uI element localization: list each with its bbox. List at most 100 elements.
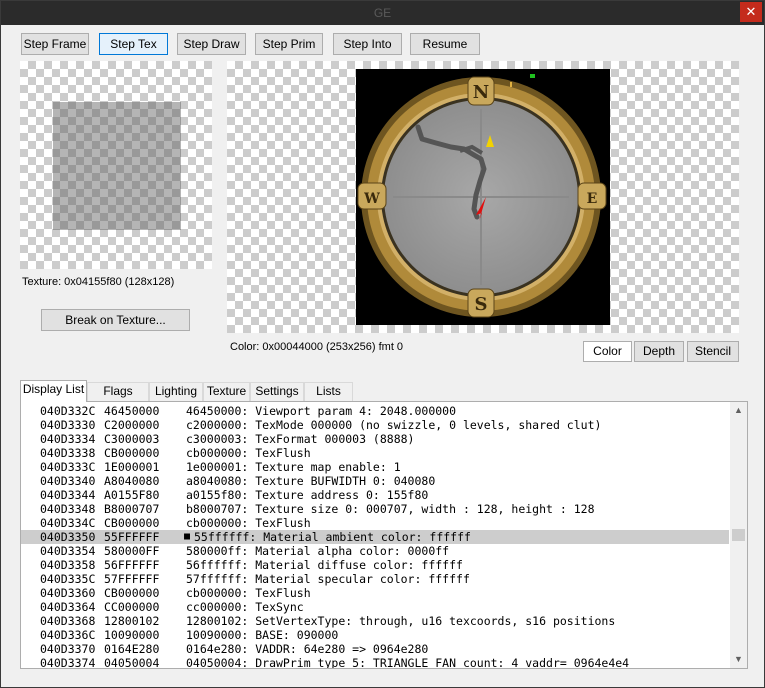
yellow-tick	[510, 82, 512, 87]
tab-texture[interactable]: Texture	[203, 382, 250, 401]
step-tex-button[interactable]: Step Tex	[99, 33, 168, 55]
tab-lighting[interactable]: Lighting	[149, 382, 203, 401]
row-address: 040D3344	[40, 488, 96, 502]
row-address: 040D3368	[40, 614, 96, 628]
step-into-button[interactable]: Step Into	[333, 33, 402, 55]
row-opcode: CC000000	[104, 600, 160, 614]
row-address: 040D3350	[40, 530, 96, 544]
row-opcode: 0164E280	[104, 642, 160, 656]
row-description: 10090000: BASE: 090000	[186, 628, 339, 642]
east-letter: E	[587, 191, 598, 207]
display-list-row[interactable]: 040D3350 55FFFFFF ■ 55ffffff: Material ambi…	[21, 530, 729, 544]
row-address: 040D3360	[40, 586, 96, 600]
texture-info: Texture: 0x04155f80 (128x128)	[22, 276, 175, 288]
main-content: Step Frame Step Tex Step Draw Step Prim …	[1, 25, 764, 687]
display-list-row[interactable]: 040D336C 10090000 10090000: BASE: 090000	[21, 628, 729, 642]
display-list-row[interactable]: 040D3358 56FFFFFF 56ffffff: Material diffu…	[21, 558, 729, 572]
row-opcode: 580000FF	[104, 544, 160, 558]
display-list-row[interactable]: 040D3374 04050004 04050004: DrawPrim type …	[21, 656, 729, 669]
display-list-row[interactable]: 040D3368 12800102 12800102: SetVertexType:…	[21, 614, 729, 628]
display-list-row[interactable]: 040D3340 A8040080 a8040080: Texture BUFWID…	[21, 474, 729, 488]
display-list-row[interactable]: 040D335C 57FFFFFF 57ffffff: Material specu…	[21, 572, 729, 586]
display-list-row[interactable]: 040D332C 46450000 46450000: Viewport param…	[21, 404, 729, 418]
display-list-row[interactable]: 040D3344 A0155F80 a0155f80: Texture addres…	[21, 488, 729, 502]
tab-settings[interactable]: Settings	[250, 382, 304, 401]
compass-render: N S W E	[357, 74, 607, 318]
row-description: 56ffffff: Material diffuse color: ffffff	[186, 558, 463, 572]
row-address: 040D334C	[40, 516, 96, 530]
row-address: 040D3338	[40, 446, 96, 460]
display-list-panel[interactable]: 040D332C 46450000 46450000: Viewport param…	[20, 401, 748, 669]
row-description: cb000000: TexFlush	[186, 446, 311, 460]
south-letter: S	[475, 294, 488, 315]
row-opcode: CB000000	[104, 446, 160, 460]
row-description: 580000ff: Material alpha color: 0000ff	[186, 544, 450, 558]
row-description: 04050004: DrawPrim type 5: TRIANGLE_FAN …	[186, 656, 630, 669]
step-prim-button[interactable]: Step Prim	[255, 33, 323, 55]
row-opcode: 04050004	[104, 656, 160, 669]
row-address: 040D3348	[40, 502, 96, 516]
color-mode-button[interactable]: Color	[583, 341, 632, 362]
row-opcode: CB000000	[104, 586, 160, 600]
scroll-down-icon[interactable]: ▼	[730, 651, 747, 668]
row-address: 040D3330	[40, 418, 96, 432]
step-draw-button[interactable]: Step Draw	[177, 33, 246, 55]
breakpoint-marker-icon: ■	[184, 531, 191, 542]
west-letter: W	[363, 191, 380, 207]
tab-flags[interactable]: Flags	[87, 382, 149, 401]
tab-display-list[interactable]: Display List	[20, 380, 87, 402]
row-opcode: 1E000001	[104, 460, 160, 474]
window-title: GE	[373, 6, 392, 20]
row-opcode: 56FFFFFF	[104, 558, 160, 572]
row-opcode: 12800102	[104, 614, 160, 628]
display-list: 040D332C 46450000 46450000: Viewport param…	[21, 404, 729, 669]
display-list-row[interactable]: 040D3348 B8000707 b8000707: Texture size 0…	[21, 502, 729, 516]
display-list-row[interactable]: 040D3334 C3000003 c3000003: TexFormat 0000…	[21, 432, 729, 446]
row-description: a8040080: Texture BUFWIDTH 0: 040080	[186, 474, 436, 488]
display-list-row[interactable]: 040D3354 580000FF 580000ff: Material alpha…	[21, 544, 729, 558]
row-opcode: B8000707	[104, 502, 160, 516]
row-description: 55ffffff: Material ambient color: ffffff	[194, 530, 471, 544]
display-list-row[interactable]: 040D334C CB000000 cb000000: TexFlush	[21, 516, 729, 530]
framebuffer-preview[interactable]: N S W E	[227, 61, 739, 333]
row-opcode: 57FFFFFF	[104, 572, 160, 586]
scroll-up-icon[interactable]: ▲	[730, 402, 747, 419]
display-list-row[interactable]: 040D3370 0164E280 0164e280: VADDR: 64e280 …	[21, 642, 729, 656]
close-button[interactable]: ✕	[740, 2, 762, 22]
row-address: 040D3358	[40, 558, 96, 572]
display-list-row[interactable]: 040D333C 1E000001 1e000001: Texture map en…	[21, 460, 729, 474]
row-description: cc000000: TexSync	[186, 600, 304, 614]
framebuffer-image: N S W E	[356, 69, 610, 325]
break-on-texture-button[interactable]: Break on Texture...	[41, 309, 190, 331]
scroll-thumb[interactable]	[732, 529, 745, 541]
display-list-row[interactable]: 040D3338 CB000000 cb000000: TexFlush	[21, 446, 729, 460]
stencil-mode-button[interactable]: Stencil	[687, 341, 739, 362]
row-description: 57ffffff: Material specular color: fffff…	[186, 572, 470, 586]
display-list-row[interactable]: 040D3330 C2000000 c2000000: TexMode 000000…	[21, 418, 729, 432]
row-description: b8000707: Texture size 0: 000707, width …	[186, 502, 595, 516]
row-description: 0164e280: VADDR: 64e280 => 0964e280	[186, 642, 429, 656]
row-address: 040D3334	[40, 432, 96, 446]
tab-lists[interactable]: Lists	[304, 382, 353, 401]
row-description: 46450000: Viewport param 4: 2048.000000	[186, 404, 457, 418]
row-description: 12800102: SetVertexType: through, u16 te…	[186, 614, 616, 628]
resume-button[interactable]: Resume	[410, 33, 480, 55]
display-list-row[interactable]: 040D3360 CB000000 cb000000: TexFlush	[21, 586, 729, 600]
row-address: 040D332C	[40, 404, 96, 418]
title-bar[interactable]: GE ✕	[1, 1, 764, 25]
framebuffer-info: Color: 0x00044000 (253x256) fmt 0	[230, 341, 404, 353]
display-list-row[interactable]: 040D3364 CC000000 cc000000: TexSync	[21, 600, 729, 614]
row-description: c2000000: TexMode 000000 (no swizzle, 0 …	[186, 418, 602, 432]
step-frame-button[interactable]: Step Frame	[21, 33, 89, 55]
texture-image	[53, 102, 181, 230]
vertical-scrollbar[interactable]: ▲ ▼	[730, 402, 747, 668]
row-opcode: 46450000	[104, 404, 160, 418]
row-description: cb000000: TexFlush	[186, 586, 311, 600]
texture-preview[interactable]	[20, 61, 212, 269]
depth-mode-button[interactable]: Depth	[634, 341, 684, 362]
row-opcode: 10090000	[104, 628, 160, 642]
row-description: cb000000: TexFlush	[186, 516, 311, 530]
row-address: 040D3354	[40, 544, 96, 558]
row-address: 040D333C	[40, 460, 96, 474]
row-address: 040D3340	[40, 474, 96, 488]
